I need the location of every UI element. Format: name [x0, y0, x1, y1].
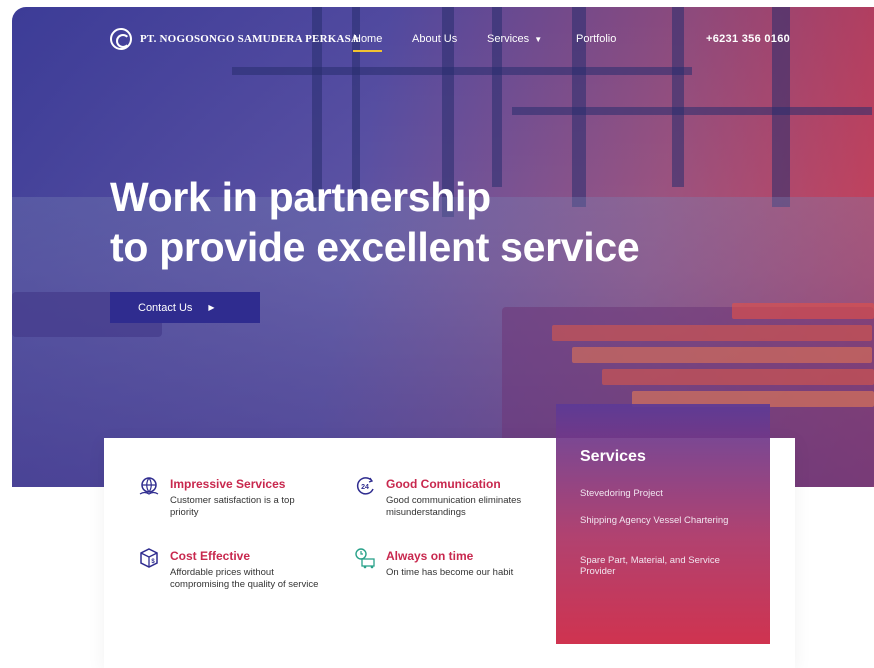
nav-portfolio[interactable]: Portfolio: [576, 33, 616, 45]
nav-services[interactable]: Services ▼: [487, 33, 542, 45]
services-card: Services Stevedoring Project Shipping Ag…: [556, 404, 770, 644]
containers-decoration: [552, 325, 872, 341]
contact-us-label: Contact Us: [138, 301, 193, 314]
containers-decoration: [572, 347, 872, 363]
contact-us-button[interactable]: Contact Us ▶: [110, 292, 260, 323]
containers-decoration: [732, 303, 874, 319]
globe-hands-icon: [139, 477, 159, 495]
crane-decoration: [512, 107, 872, 115]
feature-desc: On time has become our habit: [386, 567, 514, 578]
dragon-logo-icon: [110, 28, 132, 50]
service-item[interactable]: Shipping Agency Vessel Chartering: [580, 515, 750, 526]
chevron-down-icon: ▼: [534, 35, 543, 44]
containers-decoration: [602, 369, 874, 385]
nav-home[interactable]: Home: [353, 33, 383, 52]
top-navigation: PT. NOGOSONGO SAMUDERA PERKASA Home Abou…: [0, 0, 874, 80]
service-item[interactable]: Stevedoring Project: [580, 488, 750, 499]
hero-headline: Work in partnership to provide excellent…: [110, 172, 640, 272]
nav-services-label: Services: [487, 33, 530, 45]
feature-desc: Affordable prices without compromising t…: [170, 567, 319, 590]
box-icon: $: [140, 548, 158, 568]
hero-headline-line1: Work in partnership: [110, 174, 491, 220]
phone-number[interactable]: +6231 356 0160: [706, 33, 790, 45]
svg-text:24: 24: [361, 484, 369, 491]
feature-title: Impressive Services: [170, 477, 286, 491]
nav-about-us[interactable]: About Us: [412, 33, 457, 45]
feature-title: Cost Effective: [170, 549, 251, 563]
feature-title: Always on time: [386, 549, 474, 563]
arrow-right-icon: ▶: [208, 303, 215, 312]
delivery-clock-icon: [355, 548, 375, 569]
feature-desc: Good communication eliminates misunderst…: [386, 495, 522, 518]
24h-icon: 24: [356, 477, 374, 495]
service-item[interactable]: Spare Part, Material, and Service Provid…: [580, 555, 750, 577]
feature-desc: Customer satisfaction is a top priority: [170, 495, 295, 518]
brand-name: PT. NOGOSONGO SAMUDERA PERKASA: [140, 33, 360, 45]
brand-logo[interactable]: PT. NOGOSONGO SAMUDERA PERKASA: [110, 28, 359, 50]
feature-title: Good Comunication: [386, 477, 501, 491]
hero-headline-line2: to provide excellent service: [110, 224, 640, 270]
services-card-title: Services: [580, 448, 646, 465]
